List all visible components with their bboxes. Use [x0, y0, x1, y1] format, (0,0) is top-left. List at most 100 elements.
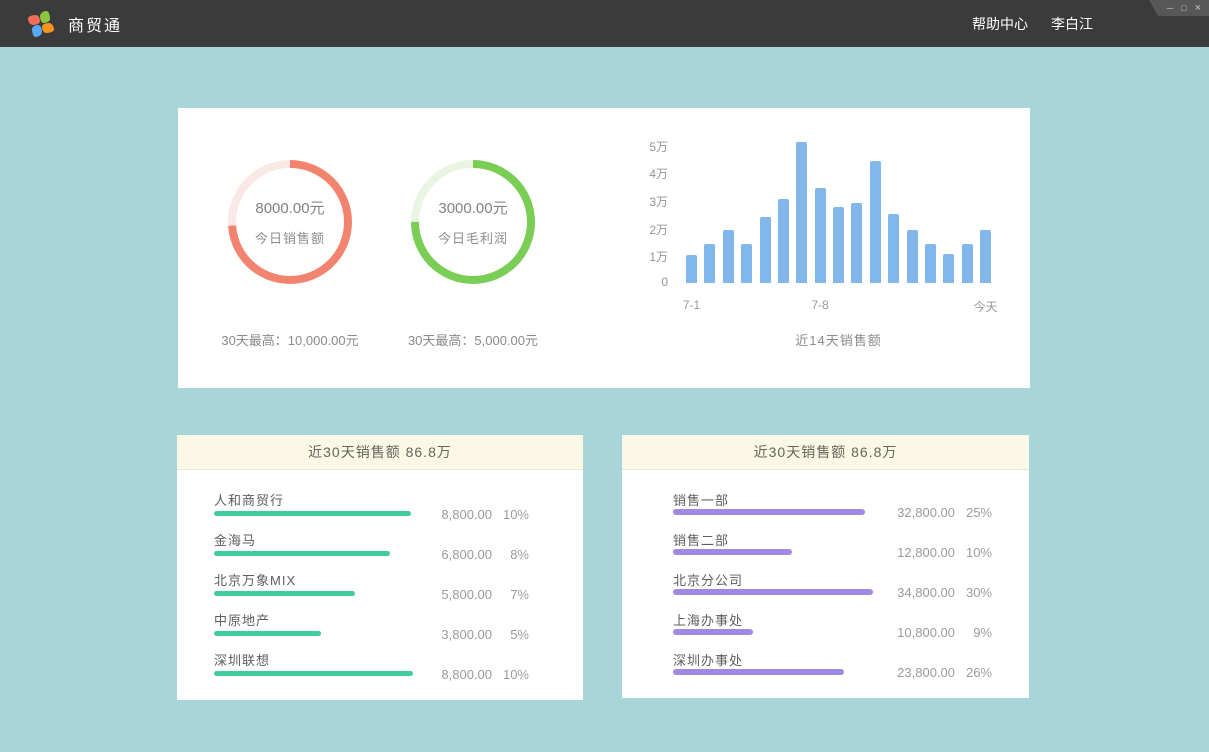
bar	[796, 142, 807, 283]
sales-bar	[214, 671, 413, 676]
bar	[833, 207, 844, 283]
today-profit-label: 今日毛利润	[438, 228, 508, 247]
x-axis-label: 7-1	[683, 298, 700, 312]
bar	[741, 244, 752, 283]
bar	[851, 203, 862, 283]
customer-name: 北京万象MIX	[214, 570, 296, 589]
bar-chart-bars	[686, 143, 991, 283]
row-percent: 9%	[955, 625, 992, 640]
customer-row: 深圳联想 8,800.0010%	[177, 646, 583, 686]
bar	[907, 230, 918, 283]
department-name: 销售二部	[673, 530, 729, 549]
window-controls: ─ □ ×	[1149, 0, 1209, 16]
sales-bar	[214, 511, 411, 516]
row-value: 5,800.00	[395, 587, 492, 602]
row-percent: 10%	[955, 545, 992, 560]
today-stats-card: 8000.00元 今日销售额 30天最高：10,000.00元 3000.00元…	[178, 108, 1030, 388]
bar-chart-xlabels: 7-17-8今天	[686, 298, 991, 314]
bar	[723, 230, 734, 283]
customer-row: 北京万象MIX 5,800.007%	[177, 566, 583, 606]
sales-bar	[673, 669, 844, 675]
x-axis-label: 7-8	[811, 298, 828, 312]
department-name: 深圳办事处	[673, 650, 743, 669]
username-link[interactable]: 李白江	[1051, 14, 1093, 34]
row-percent: 10%	[492, 667, 529, 682]
y-axis-label: 3万	[626, 193, 668, 210]
customer-name: 金海马	[214, 530, 256, 549]
department-row: 北京分公司 34,800.0030%	[622, 566, 1029, 606]
bar	[870, 161, 881, 283]
customer-row: 中原地产 3,800.005%	[177, 606, 583, 646]
department-name: 上海办事处	[673, 610, 743, 629]
bar	[962, 244, 973, 283]
app-logo-pinwheel-icon	[28, 11, 54, 37]
app-title: 商贸通	[68, 12, 122, 36]
row-percent: 7%	[492, 587, 529, 602]
bar	[760, 217, 771, 283]
row-percent: 8%	[492, 547, 529, 562]
maximize-button-icon[interactable]: □	[1181, 0, 1186, 16]
department-sales-card: 近30天销售额 86.8万 销售一部 32,800.0025% 销售二部 12,…	[622, 435, 1029, 698]
customer-name: 人和商贸行	[214, 490, 284, 509]
department-row: 销售一部 32,800.0025%	[622, 486, 1029, 526]
bar	[778, 199, 789, 283]
customer-name: 中原地产	[214, 610, 270, 629]
row-value: 23,800.00	[842, 665, 955, 680]
bar-chart-title: 近14天销售额	[686, 330, 991, 349]
sales-bar	[673, 549, 792, 555]
sales-bar	[673, 509, 865, 515]
row-value: 3,800.00	[395, 627, 492, 642]
bar	[925, 244, 936, 283]
profit-30d-high: 30天最高：5,000.00元	[368, 330, 578, 349]
row-value: 32,800.00	[842, 505, 955, 520]
row-value: 10,800.00	[842, 625, 955, 640]
customer-row: 金海马 6,800.008%	[177, 526, 583, 566]
department-row: 深圳办事处 23,800.0026%	[622, 646, 1029, 686]
row-value: 8,800.00	[395, 507, 492, 522]
today-sales-donut: 8000.00元 今日销售额	[228, 160, 352, 284]
help-center-link[interactable]: 帮助中心	[972, 14, 1028, 34]
today-sales-value: 8000.00元	[255, 197, 324, 218]
bar	[686, 255, 697, 283]
department-card-title: 近30天销售额 86.8万	[622, 435, 1029, 470]
bar	[888, 214, 899, 283]
titlebar: 商贸通 帮助中心 李白江 ─ □ ×	[0, 0, 1209, 47]
y-axis-label: 4万	[626, 165, 668, 182]
row-percent: 26%	[955, 665, 992, 680]
sales-bar	[214, 551, 390, 556]
bar	[980, 230, 991, 283]
department-name: 北京分公司	[673, 570, 743, 589]
today-profit-value: 3000.00元	[438, 197, 507, 218]
y-axis-label: 1万	[626, 248, 668, 265]
row-percent: 30%	[955, 585, 992, 600]
bar	[815, 188, 826, 283]
sales-bar	[214, 631, 321, 636]
customer-name: 深圳联想	[214, 650, 270, 669]
y-axis-label: 0	[626, 275, 668, 289]
logo-petal-red	[28, 15, 40, 25]
department-name: 销售一部	[673, 490, 729, 509]
row-value: 6,800.00	[395, 547, 492, 562]
row-value: 8,800.00	[395, 667, 492, 682]
customer-row: 人和商贸行 8,800.0010%	[177, 486, 583, 526]
row-percent: 5%	[492, 627, 529, 642]
sales-30d-high: 30天最高：10,000.00元	[185, 330, 395, 349]
minimize-button-icon[interactable]: ─	[1167, 0, 1173, 16]
today-sales-label: 今日销售额	[255, 228, 325, 247]
row-percent: 25%	[955, 505, 992, 520]
today-profit-donut: 3000.00元 今日毛利润	[411, 160, 535, 284]
department-row: 销售二部 12,800.0010%	[622, 526, 1029, 566]
close-button-icon[interactable]: ×	[1195, 0, 1201, 16]
department-row: 上海办事处 10,800.009%	[622, 606, 1029, 646]
bar	[943, 254, 954, 283]
customer-sales-card: 近30天销售额 86.8万 人和商贸行 8,800.0010% 金海马 6,80…	[177, 435, 583, 700]
row-value: 34,800.00	[842, 585, 955, 600]
bar	[704, 244, 715, 283]
x-axis-label: 今天	[973, 298, 997, 315]
row-percent: 10%	[492, 507, 529, 522]
customer-card-title: 近30天销售额 86.8万	[177, 435, 583, 470]
y-axis-label: 5万	[626, 138, 668, 155]
sales-bar	[214, 591, 355, 596]
y-axis-label: 2万	[626, 221, 668, 238]
sales-bar	[673, 629, 753, 635]
